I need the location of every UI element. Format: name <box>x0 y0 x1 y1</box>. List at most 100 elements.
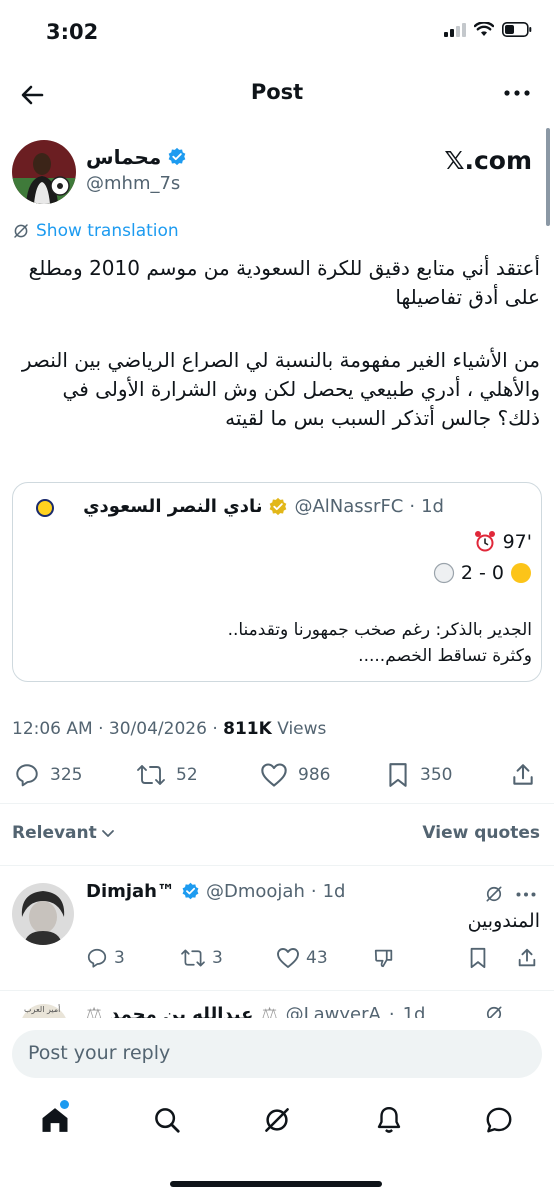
share-action[interactable] <box>510 762 536 788</box>
repost-count: 52 <box>176 765 198 785</box>
verified-badge-icon <box>182 882 199 900</box>
reply-text: المندوبين <box>467 910 540 932</box>
quoted-tweet-text: الجدير بالذكر: رغم صخب جمهورنا وتقدمنا..… <box>22 617 532 669</box>
notification-dot <box>60 1100 69 1109</box>
reply-count: 325 <box>50 765 83 785</box>
tab-messages[interactable] <box>482 1103 516 1137</box>
next-reply-avatar-text: أمير العرب <box>24 1005 61 1014</box>
reply-input[interactable]: Post your reply <box>12 1030 542 1078</box>
yellow-circle-icon <box>511 563 531 583</box>
white-circle-icon <box>433 562 454 584</box>
sort-relevant-dropdown[interactable]: Relevant <box>12 823 115 843</box>
reply-like-count: 43 <box>306 948 328 968</box>
reply-reply-count: 3 <box>114 948 125 968</box>
gold-verified-badge-icon <box>270 497 287 515</box>
reply-like-action[interactable]: 43 <box>276 947 328 969</box>
reply-avatar[interactable] <box>12 883 74 945</box>
quote-minute: 97' <box>502 531 532 553</box>
like-action[interactable]: 986 <box>260 762 330 788</box>
chevron-down-icon <box>101 830 114 837</box>
status-time: 3:02 <box>46 20 99 44</box>
alarm-clock-icon <box>474 531 495 552</box>
tweet-date: 30/04/2026 <box>108 719 207 739</box>
wifi-icon <box>474 22 494 36</box>
quoted-author-name: نادي النصر السعودي <box>83 496 263 517</box>
battery-icon <box>502 22 532 37</box>
status-icons <box>444 22 532 37</box>
share-icon <box>513 764 533 785</box>
signal-icon <box>444 22 466 37</box>
tweet-text-paragraph-2: من الأشياء الغير مفهومة بالنسبة لي الصرا… <box>21 348 540 430</box>
messages-icon <box>486 1107 512 1133</box>
reply-time: 1d <box>322 881 346 902</box>
reply-share-action[interactable] <box>516 947 538 969</box>
reply-grok-button[interactable] <box>484 884 504 904</box>
grok-icon <box>265 1108 289 1132</box>
repost-action[interactable]: 52 <box>136 762 198 788</box>
next-reply-time: 1d <box>402 1004 426 1018</box>
reply-dislike-action[interactable] <box>372 947 396 969</box>
quote-minute-line: 97' <box>473 530 532 554</box>
quote-score: 2 - 0 <box>460 562 504 584</box>
tweet-time: 12:06 AM <box>12 719 93 739</box>
heart-icon <box>261 763 287 787</box>
views-count[interactable]: 811K <box>223 719 272 739</box>
author-handle[interactable]: @mhm_7s <box>86 173 180 194</box>
grok-icon <box>14 224 28 238</box>
bookmark-icon <box>470 947 486 969</box>
reply-author-handle[interactable]: @Dmoojah <box>206 881 305 902</box>
reply-icon <box>87 948 107 968</box>
search-icon <box>155 1108 180 1133</box>
grok-icon <box>486 886 502 902</box>
bookmark-icon <box>389 763 407 787</box>
repost-icon <box>137 765 165 785</box>
thumbs-down-icon <box>374 949 393 968</box>
show-translation-label[interactable]: Show translation <box>36 221 179 241</box>
author-avatar[interactable] <box>12 140 76 204</box>
alnassr-logo <box>36 499 54 517</box>
reply-reply-action[interactable]: 3 <box>86 947 125 969</box>
author-name-row[interactable]: محماس <box>86 145 187 169</box>
next-reply-name: عبدالله بن محمد <box>110 1004 254 1018</box>
bookmark-action[interactable]: 350 <box>386 762 452 788</box>
reply-author-name[interactable]: Dimjah™ <box>86 881 175 902</box>
tab-grok[interactable] <box>260 1103 294 1137</box>
author-name[interactable]: محماس <box>86 145 161 169</box>
home-indicator <box>170 1181 382 1187</box>
xcom-watermark: 𝕏.com <box>444 146 532 175</box>
tab-notifications[interactable] <box>372 1103 406 1137</box>
view-quotes-link[interactable]: View quotes <box>422 823 540 843</box>
quoted-time: 1d <box>421 496 444 517</box>
scales-icon: ⚖ <box>86 1004 103 1018</box>
more-horizontal-icon <box>516 892 536 897</box>
more-button[interactable] <box>504 90 530 96</box>
quoted-tweet-header: نادي النصر السعودي @AlNassrFC · 1d <box>83 496 444 517</box>
tab-explore[interactable] <box>150 1103 184 1137</box>
reply-more-button[interactable] <box>516 892 536 897</box>
sort-label[interactable]: Relevant <box>12 823 97 843</box>
reply-repost-action[interactable]: 3 <box>180 947 223 969</box>
quoted-text-line-2: وكثرة تساقط الخصم..... <box>358 646 532 666</box>
reply-bookmark-action[interactable] <box>468 947 488 969</box>
reply-header: Dimjah™ @Dmoojah · 1d <box>86 881 346 902</box>
views-label: Views <box>277 719 327 739</box>
quote-score-line: 2 - 0 <box>433 562 532 584</box>
reply-repost-count: 3 <box>212 948 223 968</box>
reply-action[interactable]: 325 <box>14 762 82 788</box>
divider <box>0 803 554 804</box>
scales-icon: ⚖ <box>261 1004 278 1018</box>
next-reply-handle: @LawyerA <box>285 1004 381 1018</box>
repost-icon <box>181 949 205 967</box>
quoted-text-line-1: الجدير بالذكر: رغم صخب جمهورنا وتقدمنا.. <box>227 620 532 640</box>
next-reply[interactable]: أمير العرب ⚖ عبدالله بن محمد ⚖ @LawyerA … <box>0 1002 554 1018</box>
show-translation-link[interactable]: Show translation <box>12 221 179 241</box>
scrollbar[interactable] <box>546 128 550 226</box>
divider <box>0 990 554 991</box>
like-count: 986 <box>298 765 331 785</box>
more-horizontal-icon <box>504 90 530 96</box>
bookmark-count: 350 <box>420 765 453 785</box>
tweet-meta: 12:06 AM · 30/04/2026 · 811K Views <box>12 719 327 739</box>
grok-icon <box>486 1006 502 1018</box>
verified-badge-icon <box>168 147 186 166</box>
quoted-author-handle: @AlNassrFC <box>294 496 404 517</box>
